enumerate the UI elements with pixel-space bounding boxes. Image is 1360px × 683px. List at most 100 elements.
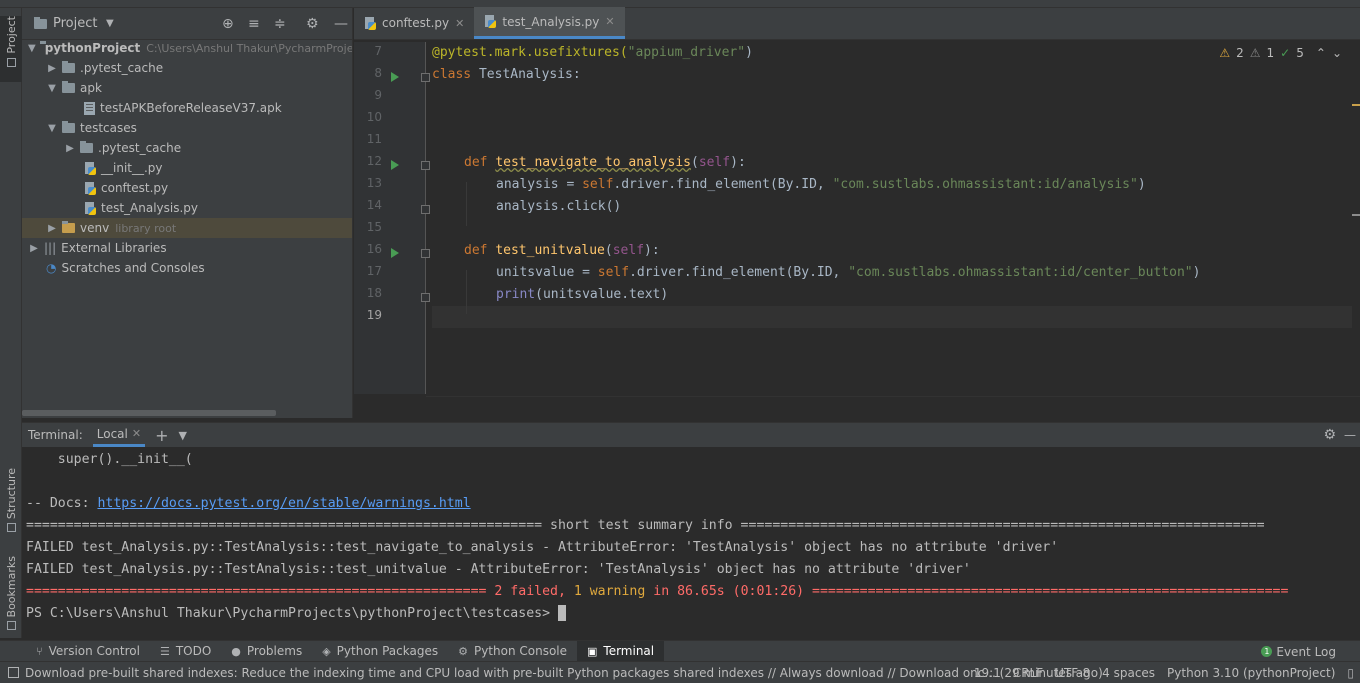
- tool-problems[interactable]: ● Problems: [221, 641, 312, 662]
- fold-icon[interactable]: [421, 161, 430, 170]
- tree-item-label: __init__.py: [101, 161, 163, 175]
- fold-icon[interactable]: [421, 293, 430, 302]
- tab-conftest[interactable]: conftest.py ✕: [354, 7, 474, 39]
- chevron-right-icon[interactable]: ▶: [46, 223, 58, 234]
- tree-item-testcases-pytest-cache[interactable]: ▶ .pytest_cache: [22, 138, 352, 158]
- terminal-line: super().__init__(: [26, 452, 193, 467]
- tree-item-label: testAPKBeforeReleaseV37.apk: [100, 101, 282, 115]
- project-tool-tab[interactable]: Project: [0, 16, 22, 82]
- tree-item-init-py[interactable]: __init__.py: [22, 158, 352, 178]
- fold-icon[interactable]: [421, 205, 430, 214]
- tool-label: Version Control: [48, 644, 140, 658]
- tree-item-scratches[interactable]: ◔ Scratches and Consoles: [22, 258, 352, 278]
- terminal-tab-local[interactable]: Local ✕: [92, 423, 146, 447]
- chevron-right-icon[interactable]: ▶: [28, 243, 40, 254]
- code-class-name: TestAnalysis:: [478, 67, 581, 82]
- bookmarks-tool-tab[interactable]: Bookmarks: [0, 556, 22, 631]
- status-message-text: Download pre-built shared indexes: Reduc…: [25, 665, 1103, 680]
- terminal-line: -- Docs: https://docs.pytest.org/en/stab…: [26, 493, 1356, 515]
- terminal-tab-label: Local: [96, 426, 128, 441]
- info-marker[interactable]: [1352, 214, 1360, 216]
- tool-version-control[interactable]: ⑂ Version Control: [26, 641, 150, 662]
- new-tab-icon[interactable]: +: [155, 426, 168, 445]
- code-self: self: [612, 243, 645, 258]
- code-line-16: def test_unitvalue(self):: [464, 240, 660, 262]
- python-file-icon: [484, 15, 497, 28]
- tool-event-log[interactable]: 1 Event Log: [1261, 641, 1336, 662]
- indent-setting[interactable]: 4 spaces: [1096, 666, 1161, 680]
- tool-terminal[interactable]: ▣ Terminal: [577, 640, 665, 662]
- line-separator[interactable]: CRLF: [1007, 666, 1049, 680]
- chevron-down-icon[interactable]: ▼: [106, 17, 114, 31]
- docs-link[interactable]: https://docs.pytest.org/en/stable/warnin…: [97, 496, 470, 511]
- tool-python-packages[interactable]: ◈ Python Packages: [312, 641, 448, 662]
- close-icon[interactable]: ✕: [455, 17, 464, 30]
- terminal-line: FAILED test_Analysis.py::TestAnalysis::t…: [26, 562, 971, 577]
- tree-item-test-analysis-py[interactable]: test_Analysis.py: [22, 198, 352, 218]
- run-icon[interactable]: [391, 72, 399, 82]
- project-horizontal-scrollbar[interactable]: [22, 410, 276, 416]
- fold-icon[interactable]: [421, 249, 430, 258]
- tab-test-analysis[interactable]: test_Analysis.py ✕: [474, 7, 625, 39]
- chevron-down-icon[interactable]: ▼: [46, 123, 58, 134]
- chevron-down-icon[interactable]: ▼: [46, 83, 58, 94]
- python-interpreter[interactable]: Python 3.10 (pythonProject): [1161, 666, 1341, 680]
- chevron-down-icon[interactable]: ▼: [28, 43, 36, 54]
- editor-vertical-scrollbar[interactable]: [1352, 42, 1360, 402]
- code-self: self: [698, 155, 731, 170]
- structure-tool-tab[interactable]: Structure: [0, 468, 22, 533]
- tree-item-apk[interactable]: ▼ apk: [22, 78, 352, 98]
- code-editor[interactable]: @pytest.mark.usefixtures("appium_driver"…: [432, 42, 1352, 394]
- code-line-7: @pytest.mark.usefixtures("appium_driver"…: [432, 42, 753, 64]
- file-encoding[interactable]: UTF-8: [1049, 666, 1096, 680]
- caret-line-highlight: [432, 306, 1352, 328]
- tree-item-venv[interactable]: ▶ venv library root: [22, 218, 352, 238]
- terminal-prompt-line[interactable]: PS C:\Users\Anshul Thakur\PycharmProject…: [26, 603, 1356, 625]
- chevron-right-icon[interactable]: ▶: [64, 143, 76, 154]
- code-text: ): [745, 45, 753, 60]
- caret-position[interactable]: 19:1: [968, 666, 1007, 680]
- warning-marker[interactable]: [1352, 104, 1360, 106]
- hide-panel-icon[interactable]: —: [334, 17, 348, 31]
- folder-icon: [62, 61, 75, 73]
- fold-icon[interactable]: [421, 73, 430, 82]
- tree-item-conftest-py[interactable]: conftest.py: [22, 178, 352, 198]
- code-keyword: class: [432, 67, 479, 82]
- close-icon[interactable]: ✕: [605, 15, 614, 28]
- tree-item-testcases[interactable]: ▼ testcases: [22, 118, 352, 138]
- run-icon[interactable]: [391, 248, 399, 258]
- toggle-tool-windows-icon[interactable]: [8, 667, 19, 678]
- terminal-output[interactable]: super().__init__( -- Docs: https://docs.…: [26, 449, 1356, 625]
- tree-item-pythonproject[interactable]: ▼ pythonProject C:\Users\Anshul Thakur\P…: [22, 38, 352, 58]
- terminal-prompt: PS C:\Users\Anshul Thakur\PycharmProject…: [26, 606, 558, 621]
- lock-icon[interactable]: ▯: [1341, 666, 1360, 680]
- tree-item-pytest-cache[interactable]: ▶ .pytest_cache: [22, 58, 352, 78]
- tree-item-label: venv: [80, 221, 110, 235]
- python-file-icon: [364, 16, 376, 30]
- project-tool-label: Project: [4, 16, 18, 54]
- tool-python-console[interactable]: ⚙ Python Console: [448, 641, 577, 662]
- status-bar: Download pre-built shared indexes: Reduc…: [0, 661, 1360, 683]
- tree-item-external-libraries[interactable]: ▶ ||| External Libraries: [22, 238, 352, 258]
- hide-panel-icon[interactable]: —: [1344, 428, 1356, 442]
- editor-horizontal-scrollbar[interactable]: [426, 396, 1360, 418]
- expand-all-icon[interactable]: ≡: [248, 17, 260, 31]
- gear-icon[interactable]: ⚙: [306, 17, 319, 31]
- chevron-down-icon[interactable]: ▼: [179, 429, 187, 442]
- structure-tool-icon: [6, 523, 16, 533]
- tree-item-label: conftest.py: [101, 181, 169, 195]
- editor-gutter[interactable]: 7 8 9 10 11 12 13 14 15 16 17 18 19: [354, 42, 430, 394]
- locate-icon[interactable]: ⊕: [222, 17, 234, 31]
- python-file-icon: [84, 161, 96, 175]
- collapse-all-icon[interactable]: ≑: [274, 17, 286, 31]
- tool-todo[interactable]: ☰ TODO: [150, 641, 221, 662]
- project-view-selector[interactable]: Project: [53, 16, 97, 31]
- close-icon[interactable]: ✕: [132, 427, 141, 440]
- run-icon[interactable]: [391, 160, 399, 170]
- chevron-right-icon[interactable]: ▶: [46, 63, 58, 74]
- tool-label: Event Log: [1276, 644, 1336, 659]
- line-number: 17: [366, 264, 382, 278]
- gear-icon[interactable]: ⚙: [1323, 427, 1336, 443]
- tree-item-apk-file[interactable]: testAPKBeforeReleaseV37.apk: [22, 98, 352, 118]
- status-message[interactable]: Download pre-built shared indexes: Reduc…: [8, 666, 1103, 680]
